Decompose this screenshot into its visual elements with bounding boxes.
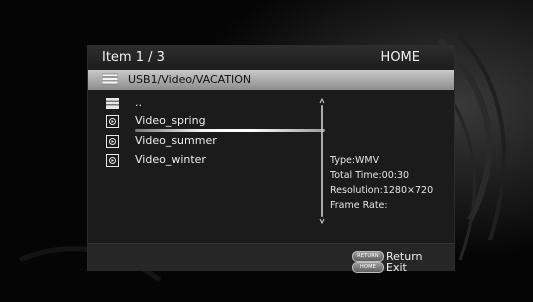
scrollbar[interactable]	[319, 98, 325, 224]
exit-label: Exit	[386, 261, 407, 274]
list-item-label: ..	[135, 96, 142, 109]
item-counter: Item 1 / 3	[102, 50, 165, 65]
info-resolution: Resolution:1280×720	[330, 185, 434, 196]
media-browser-panel: Item 1 / 3 HOME USB1/Video/VACATION .. V…	[87, 45, 455, 274]
list-item-label: Video_spring	[135, 114, 206, 127]
info-frame-rate: Frame Rate:	[330, 200, 388, 211]
video-file-icon	[106, 154, 119, 167]
video-file-icon	[106, 115, 119, 128]
info-total-time: Total Time:00:30	[330, 170, 410, 181]
info-type: Type:WMV	[330, 155, 380, 166]
list-item-video-winter[interactable]: Video_winter	[106, 153, 306, 169]
file-info: Type:WMV Total Time:00:30 Resolution:128…	[330, 153, 433, 213]
footer-bar: RETURN Return HOME Exit	[88, 243, 454, 274]
selection-highlight	[135, 129, 325, 132]
header-bar: Item 1 / 3 HOME	[88, 46, 454, 70]
list-item-video-spring[interactable]: Video_spring	[106, 114, 325, 132]
video-file-icon	[106, 135, 119, 148]
scroll-up-arrow-icon	[319, 98, 325, 104]
parent-folder-icon	[106, 98, 119, 109]
list-item-label: Video_summer	[135, 134, 217, 147]
list-item-label: Video_winter	[135, 153, 206, 166]
menu-title: HOME	[380, 50, 420, 65]
list-item-parent[interactable]: ..	[106, 96, 306, 112]
current-path: USB1/Video/VACATION	[128, 73, 252, 86]
home-key-icon: HOME	[352, 262, 384, 273]
scroll-down-arrow-icon	[319, 218, 325, 224]
list-item-video-summer[interactable]: Video_summer	[106, 134, 306, 150]
exit-hint[interactable]: HOME Exit	[352, 257, 407, 274]
folder-icon	[102, 73, 118, 85]
